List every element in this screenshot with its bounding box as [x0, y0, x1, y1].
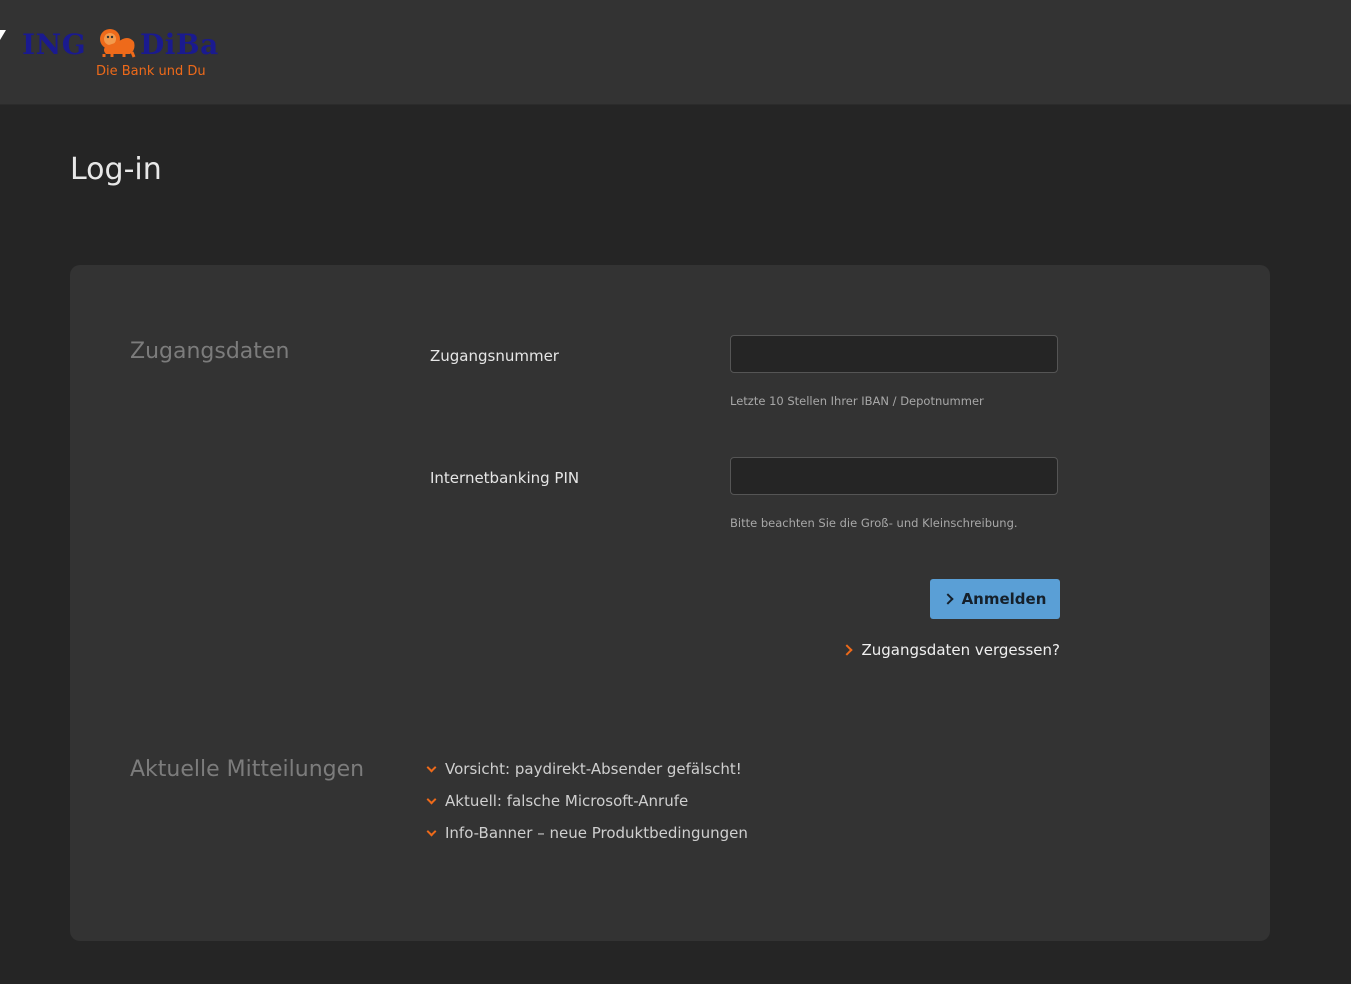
- chevron-down-icon: [426, 826, 437, 836]
- login-button-label: Anmelden: [961, 590, 1047, 608]
- page-title: Log-in: [70, 152, 162, 187]
- pin-hint: Bitte beachten Sie die Groß- und Kleinsc…: [730, 516, 1018, 530]
- login-button[interactable]: Anmelden: [930, 579, 1060, 619]
- news-list: Vorsicht: paydirekt-Absender gefälscht! …: [426, 753, 748, 849]
- access-number-input[interactable]: [730, 335, 1058, 373]
- logo-brand-right: DiBa: [140, 28, 219, 61]
- news-section-title: Aktuelle Mitteilungen: [130, 757, 365, 782]
- news-item-label[interactable]: Info-Banner – neue Produktbedingungen: [445, 824, 748, 842]
- news-item[interactable]: Aktuell: falsche Microsoft-Anrufe: [426, 785, 748, 817]
- header-bar: ING DiBa Die Bank und Du: [0, 0, 1351, 105]
- chevron-down-icon: [426, 794, 437, 804]
- lion-icon: [100, 29, 136, 58]
- logo-tagline: Die Bank und Du: [96, 64, 206, 79]
- access-number-label: Zugangsnummer: [430, 347, 559, 365]
- news-item[interactable]: Info-Banner – neue Produktbedingungen: [426, 817, 748, 849]
- bank-logo[interactable]: ING DiBa Die Bank und Du: [22, 26, 222, 86]
- news-item-label[interactable]: Vorsicht: paydirekt-Absender gefälscht!: [445, 760, 742, 778]
- chevron-right-icon: [841, 644, 854, 656]
- news-item-label[interactable]: Aktuell: falsche Microsoft-Anrufe: [445, 792, 688, 810]
- logo-brand-left: ING: [22, 28, 87, 61]
- pin-input[interactable]: [730, 457, 1058, 495]
- forgot-credentials-link[interactable]: Zugangsdaten vergessen?: [841, 641, 1060, 659]
- mouse-cursor-icon: [0, 30, 6, 40]
- pin-label: Internetbanking PIN: [430, 469, 580, 487]
- access-number-hint: Letzte 10 Stellen Ihrer IBAN / Depotnumm…: [730, 394, 984, 408]
- credentials-section-title: Zugangsdaten: [130, 339, 290, 364]
- news-item[interactable]: Vorsicht: paydirekt-Absender gefälscht!: [426, 753, 748, 785]
- chevron-down-icon: [426, 762, 437, 772]
- forgot-credentials-label: Zugangsdaten vergessen?: [861, 641, 1060, 659]
- chevron-right-icon: [941, 593, 954, 605]
- login-card: Zugangsdaten Zugangsnummer Letzte 10 Ste…: [70, 265, 1270, 941]
